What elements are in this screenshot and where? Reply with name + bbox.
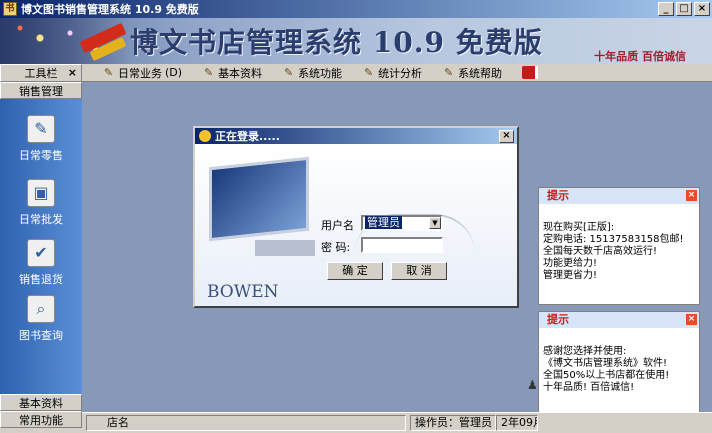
menu-label: 系统功能 (298, 66, 343, 80)
status-bar: 店名 操作员：管理员 2年09月1 (82, 412, 712, 433)
close-button[interactable]: × (694, 2, 710, 16)
title-bar: 书 博文图书销售管理系统 10.9 免费版 _ □ × (0, 0, 712, 18)
username-value: 管理员 (365, 216, 402, 229)
monitor-base-graphic (255, 240, 315, 256)
toolbar-panel-header: 工具栏 × (0, 64, 82, 82)
password-label: 密 码: (321, 241, 351, 254)
minimize-button[interactable]: _ (658, 2, 674, 16)
banner-title: 博文书店管理系统 10.9 免费版 (130, 26, 543, 59)
sidebar-section-common-functions[interactable]: 常用功能 (0, 411, 82, 428)
login-dialog-titlebar: 正在登录..... × (195, 128, 517, 144)
status-store-name: 店名 (86, 415, 406, 431)
tip-popup-purchase: 提示 × 现在购买[正版]: 定购电话: 15137583158包邮! 全国每天… (538, 187, 700, 305)
tip-title: 提示 × (539, 188, 699, 204)
retail-icon: ✎ (27, 115, 55, 143)
ok-button[interactable]: 确 定 (327, 262, 383, 280)
key-icon (199, 130, 211, 142)
user-icon: ♟ (527, 378, 538, 392)
chevron-down-icon[interactable]: ▼ (429, 217, 441, 229)
menu-statistics[interactable]: ✎ 统计分析 (362, 65, 422, 81)
wholesale-icon: ▣ (27, 179, 55, 207)
status-operator: 操作员：管理员 (410, 415, 496, 431)
sidebar: 销售管理 ✎ 日常零售 ▣ 日常批发 ✔ 销售退货 ⌕ 图书查询 ▼ 基本资料 … (0, 82, 82, 433)
toolbar-panel-label: 工具栏 (24, 67, 58, 80)
search-icon: ⌕ (27, 295, 55, 323)
menu-bar: ✎ 日常业务 (D) ✎ 基本资料 ✎ 系统功能 ✎ 统计分析 ✎ 系统帮助 (82, 64, 712, 82)
menu-label: 日常业务 (118, 66, 162, 80)
menu-label: 统计分析 (378, 66, 423, 80)
tip-close-button[interactable]: × (686, 190, 697, 201)
sidebar-item-label: 图书查询 (19, 329, 63, 342)
pencil-icon: ✎ (203, 66, 214, 79)
app-icon: 书 (3, 2, 17, 16)
brand-logo-text: BOWEN (207, 282, 279, 302)
sidebar-item-retail[interactable]: ✎ 日常零售 (0, 115, 82, 163)
tip-title-text: 提示 (547, 189, 569, 202)
return-icon: ✔ (27, 239, 55, 267)
password-field[interactable] (361, 237, 443, 253)
menu-book-button[interactable] (522, 66, 539, 79)
tip-body: 感谢您选择并使用: 《博文书店管理系统》软件! 全国50%以上书店都在使用! 十… (539, 328, 699, 398)
menu-label: 基本资料 (218, 66, 263, 80)
status-date: 2年09月1 (496, 415, 538, 431)
window-title: 博文图书销售管理系统 10.9 免费版 (21, 3, 199, 16)
sidebar-section-basic-data[interactable]: 基本资料 (0, 394, 82, 411)
sidebar-section-sales[interactable]: 销售管理 (0, 82, 82, 99)
menu-system-functions[interactable]: ✎ 系统功能 (282, 65, 342, 81)
tip-title: 提示 × (539, 312, 699, 328)
window-controls: _ □ × (658, 2, 710, 16)
sidebar-item-return[interactable]: ✔ 销售退货 (0, 239, 82, 287)
pencil-icon: ✎ (283, 66, 294, 79)
toolbar-panel-close-icon[interactable]: × (68, 66, 77, 79)
tip-close-button[interactable]: × (686, 314, 697, 325)
pencil-icon: ✎ (363, 66, 374, 79)
sidebar-item-wholesale[interactable]: ▣ 日常批发 (0, 179, 82, 227)
login-dialog-body: BOWEN 用户名 管理员 ▼ 密 码: 确 定 取 消 (195, 144, 517, 306)
username-select[interactable]: 管理员 ▼ (361, 215, 443, 231)
maximize-button[interactable]: □ (676, 2, 692, 16)
pencil-icon: ✎ (103, 66, 114, 79)
sidebar-item-label: 销售退货 (19, 273, 63, 286)
tip-popup-thanks: 提示 × 感谢您选择并使用: 《博文书店管理系统》软件! 全国50%以上书店都在… (538, 311, 700, 417)
menu-accelerator: (D) (165, 66, 183, 79)
menu-basic-data[interactable]: ✎ 基本资料 (202, 65, 262, 81)
menu-label: 系统帮助 (458, 66, 503, 80)
username-label: 用户名 (321, 219, 354, 232)
header-banner: 博文书店管理系统 10.9 免费版 十年品质 百倍诚信 (0, 18, 712, 64)
book-icon (522, 66, 539, 79)
sidebar-sales-panel: ✎ 日常零售 ▣ 日常批发 ✔ 销售退货 ⌕ 图书查询 ▼ (0, 99, 82, 406)
tip-body: 现在购买[正版]: 定购电话: 15137583158包邮! 全国每天数千店高效… (539, 204, 699, 286)
monitor-graphic (209, 156, 309, 242)
sidebar-item-label: 日常零售 (19, 149, 63, 162)
menu-system-help[interactable]: ✎ 系统帮助 (442, 65, 502, 81)
banner-slogan: 十年品质 百倍诚信 (594, 50, 686, 63)
login-dialog-close-button[interactable]: × (499, 130, 514, 143)
note-icon: ✎ (443, 66, 454, 79)
cancel-button[interactable]: 取 消 (391, 262, 447, 280)
sidebar-item-label: 日常批发 (19, 213, 63, 226)
sidebar-item-book-search[interactable]: ⌕ 图书查询 (0, 295, 82, 343)
tip-title-text: 提示 (547, 313, 569, 326)
login-dialog: 正在登录..... × BOWEN 用户名 管理员 ▼ 密 码: 确 定 取 消 (193, 126, 519, 308)
login-dialog-title: 正在登录..... (215, 130, 280, 143)
menu-daily-business[interactable]: ✎ 日常业务 (D) (102, 65, 182, 81)
